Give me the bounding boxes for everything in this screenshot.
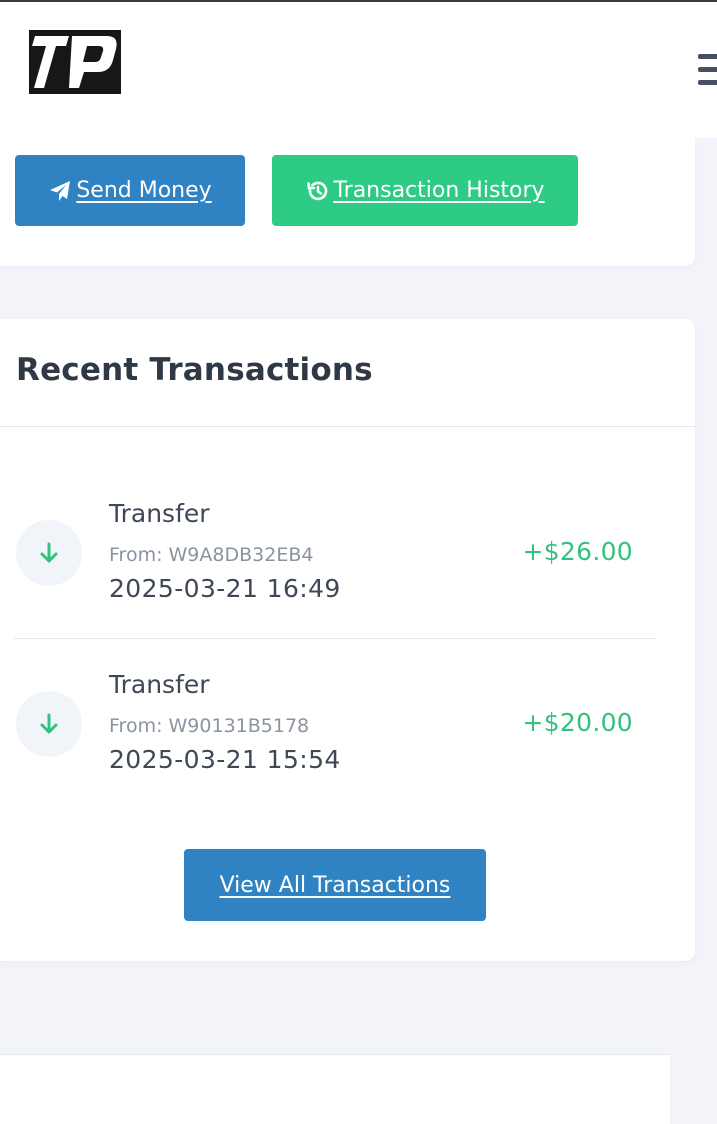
transaction-datetime: 2025-03-21 15:54 — [109, 745, 341, 774]
transaction-amount: +$20.00 — [522, 708, 633, 737]
row-divider — [14, 638, 656, 639]
transaction-amount: +$26.00 — [522, 537, 633, 566]
transaction-row[interactable]: Transfer From: W9A8DB32EB4 2025-03-21 16… — [0, 470, 695, 640]
history-clock-icon — [305, 179, 329, 203]
transaction-row[interactable]: Transfer From: W90131B5178 2025-03-21 15… — [0, 641, 695, 811]
send-money-button[interactable]: Send Money — [15, 155, 245, 226]
transaction-type: Transfer — [109, 670, 210, 699]
recent-transactions-title: Recent Transactions — [16, 352, 373, 388]
app-header — [0, 2, 717, 138]
view-all-transactions-button[interactable]: View All Transactions — [184, 849, 486, 921]
transaction-source: From: W90131B5178 — [109, 715, 310, 737]
transaction-source: From: W9A8DB32EB4 — [109, 544, 314, 566]
title-divider — [0, 426, 695, 427]
brand-logo[interactable] — [29, 30, 121, 94]
logo-tp-icon — [29, 30, 121, 94]
paper-plane-icon — [48, 179, 72, 203]
arrow-down-icon — [16, 691, 82, 757]
transaction-datetime: 2025-03-21 16:49 — [109, 574, 341, 603]
send-money-label: Send Money — [76, 178, 212, 203]
transaction-history-label: Transaction History — [333, 178, 545, 203]
next-card — [0, 1054, 670, 1124]
transaction-history-button[interactable]: Transaction History — [272, 155, 578, 226]
transaction-type: Transfer — [109, 499, 210, 528]
hamburger-menu-icon[interactable] — [698, 54, 717, 88]
arrow-down-icon — [16, 520, 82, 586]
